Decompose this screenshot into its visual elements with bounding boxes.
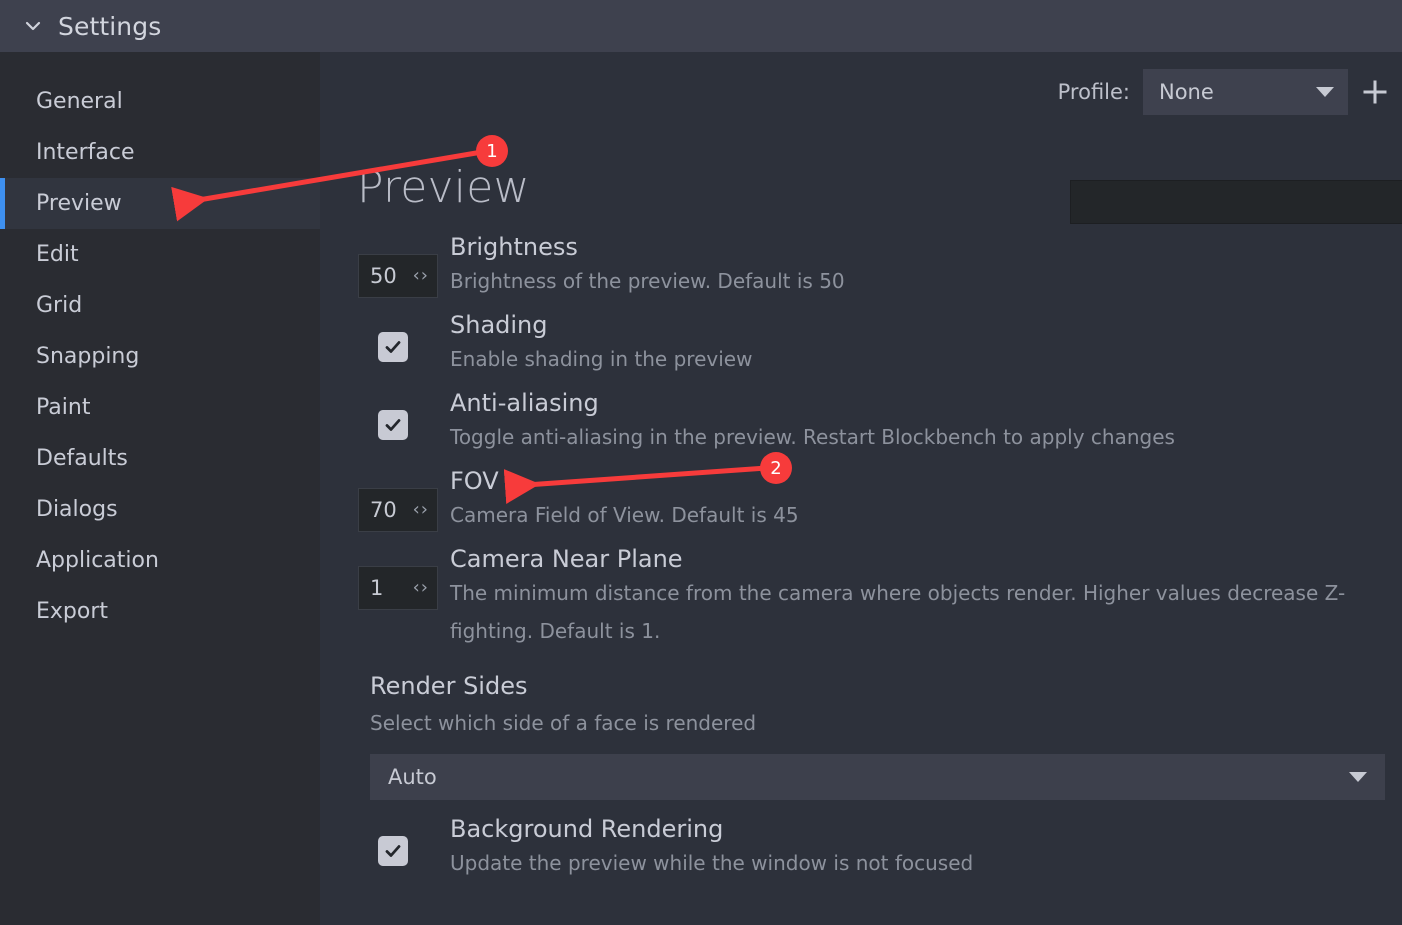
sidebar-item-preview[interactable]: Preview xyxy=(0,178,320,229)
setting-brightness-description: Brightness of the preview. Default is 50 xyxy=(450,269,845,293)
sidebar-item-defaults[interactable]: Defaults xyxy=(0,433,320,484)
profile-label: Profile: xyxy=(1057,80,1130,104)
chevron-down-icon xyxy=(1349,772,1367,782)
setting-shading-label: Shading xyxy=(450,311,548,339)
settings-content: Profile: None Preview 50 ‹› Brightness B… xyxy=(320,52,1402,925)
setting-control: 50 ‹› xyxy=(320,232,450,298)
window-title: Settings xyxy=(58,11,162,41)
settings-list: 50 ‹› Brightness Brightness of the previ… xyxy=(320,232,1402,892)
settings-window: Settings General Interface Preview Edit … xyxy=(0,0,1402,925)
setting-shading: Shading Enable shading in the preview xyxy=(320,310,1402,378)
setting-anti-aliasing-description: Toggle anti-aliasing in the preview. Res… xyxy=(450,425,1175,449)
sidebar-item-label: Export xyxy=(36,599,109,624)
setting-control: 1 ‹› xyxy=(320,544,450,610)
sidebar-item-label: Interface xyxy=(36,140,135,165)
setting-camera-near-plane-label: Camera Near Plane xyxy=(450,545,683,573)
setting-brightness-label: Brightness xyxy=(450,233,578,261)
setting-text: FOV Camera Field of View. Default is 45 xyxy=(450,466,1402,534)
sidebar-item-label: Preview xyxy=(36,191,122,216)
search-input[interactable] xyxy=(1071,190,1402,214)
sidebar-item-application[interactable]: Application xyxy=(0,535,320,586)
sidebar-item-snapping[interactable]: Snapping xyxy=(0,331,320,382)
setting-text: Background Rendering Update the preview … xyxy=(450,814,1402,882)
sidebar-item-label: General xyxy=(36,89,123,114)
sidebar-item-interface[interactable]: Interface xyxy=(0,127,320,178)
setting-control xyxy=(320,310,450,362)
stepper-arrows-icon[interactable]: ‹› xyxy=(413,501,429,519)
stepper-arrows-icon[interactable]: ‹› xyxy=(413,579,429,597)
setting-fov-label: FOV xyxy=(450,467,499,495)
background-rendering-checkbox[interactable] xyxy=(378,836,408,866)
sidebar-item-label: Defaults xyxy=(36,446,128,471)
setting-control: 70 ‹› xyxy=(320,466,450,532)
setting-background-rendering: Background Rendering Update the preview … xyxy=(320,814,1402,882)
stepper-arrows-icon[interactable]: ‹› xyxy=(413,267,429,285)
chevron-down-icon xyxy=(1316,87,1334,97)
sidebar-item-paint[interactable]: Paint xyxy=(0,382,320,433)
sidebar-item-label: Edit xyxy=(36,242,79,267)
setting-text: Anti-aliasing Toggle anti-aliasing in th… xyxy=(450,388,1402,456)
setting-text: Shading Enable shading in the preview xyxy=(450,310,1402,378)
setting-render-sides: Render Sides Select which side of a face… xyxy=(320,668,1402,800)
chevron-down-icon[interactable] xyxy=(22,15,44,37)
sidebar-item-dialogs[interactable]: Dialogs xyxy=(0,484,320,535)
setting-render-sides-description: Select which side of a face is rendered xyxy=(370,711,757,735)
sidebar-item-grid[interactable]: Grid xyxy=(0,280,320,331)
settings-sidebar: General Interface Preview Edit Grid Snap… xyxy=(0,52,320,925)
setting-brightness: 50 ‹› Brightness Brightness of the previ… xyxy=(320,232,1402,300)
search-box[interactable] xyxy=(1070,180,1402,224)
setting-shading-description: Enable shading in the preview xyxy=(450,347,753,371)
profile-select[interactable]: None xyxy=(1143,69,1348,115)
sidebar-item-label: Grid xyxy=(36,293,83,318)
page-title: Preview xyxy=(357,162,530,213)
add-profile-button[interactable] xyxy=(1360,69,1402,115)
render-sides-select[interactable]: Auto xyxy=(370,754,1385,800)
profile-toolbar: Profile: None xyxy=(320,66,1402,118)
setting-control xyxy=(320,388,450,440)
sidebar-item-label: Application xyxy=(36,548,159,573)
render-sides-value: Auto xyxy=(388,765,437,789)
sidebar-item-label: Dialogs xyxy=(36,497,118,522)
setting-background-rendering-description: Update the preview while the window is n… xyxy=(450,851,974,875)
sidebar-item-export[interactable]: Export xyxy=(0,586,320,637)
setting-text: Camera Near Plane The minimum distance f… xyxy=(450,544,1402,650)
setting-camera-near-plane-description: The minimum distance from the camera whe… xyxy=(450,581,1346,643)
fov-value: 70 xyxy=(370,498,397,522)
setting-render-sides-label: Render Sides xyxy=(370,672,528,700)
setting-fov: 70 ‹› FOV Camera Field of View. Default … xyxy=(320,466,1402,534)
brightness-number-input[interactable]: 50 ‹› xyxy=(358,254,438,298)
profile-select-value: None xyxy=(1159,80,1214,104)
sidebar-item-general[interactable]: General xyxy=(0,76,320,127)
setting-background-rendering-label: Background Rendering xyxy=(450,815,724,843)
shading-checkbox[interactable] xyxy=(378,332,408,362)
fov-number-input[interactable]: 70 ‹› xyxy=(358,488,438,532)
window-titlebar: Settings xyxy=(0,0,1402,52)
setting-camera-near-plane: 1 ‹› Camera Near Plane The minimum dista… xyxy=(320,544,1402,650)
brightness-value: 50 xyxy=(370,264,397,288)
setting-fov-description: Camera Field of View. Default is 45 xyxy=(450,503,799,527)
sidebar-item-label: Paint xyxy=(36,395,91,420)
setting-control xyxy=(320,814,450,866)
camera-near-plane-value: 1 xyxy=(370,576,384,600)
anti-aliasing-checkbox[interactable] xyxy=(378,410,408,440)
sidebar-item-label: Snapping xyxy=(36,344,140,369)
setting-anti-aliasing-label: Anti-aliasing xyxy=(450,389,599,417)
setting-anti-aliasing: Anti-aliasing Toggle anti-aliasing in th… xyxy=(320,388,1402,456)
sidebar-item-edit[interactable]: Edit xyxy=(0,229,320,280)
setting-text: Brightness Brightness of the preview. De… xyxy=(450,232,1402,300)
camera-near-plane-number-input[interactable]: 1 ‹› xyxy=(358,566,438,610)
